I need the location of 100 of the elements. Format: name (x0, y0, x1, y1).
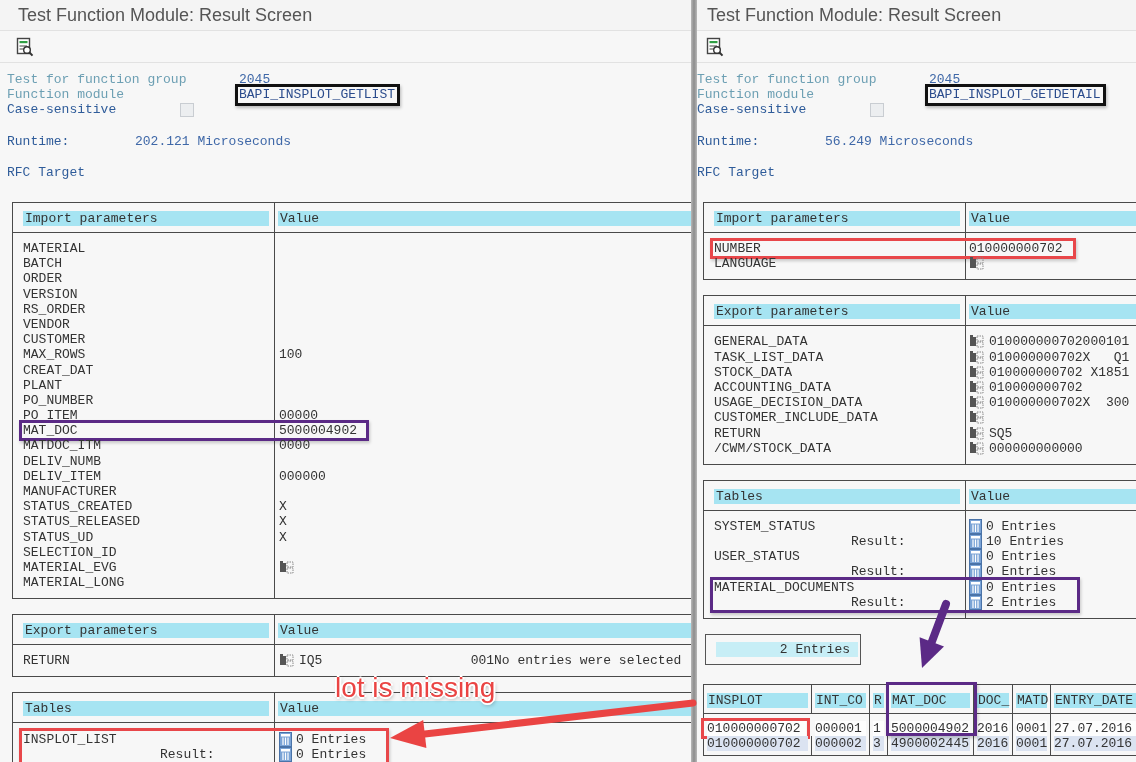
column-header: ENTRY_DATE (1054, 692, 1136, 708)
structure-icon[interactable] (969, 256, 985, 272)
parameter-name: VENDOR (23, 316, 70, 332)
table-icon[interactable] (969, 518, 982, 534)
column-header: Value (969, 304, 1136, 320)
column-header: Import parameters (714, 210, 960, 226)
column-header: Value (969, 488, 1136, 504)
parameter-name: MANUFACTURER (23, 484, 117, 500)
parameter-name: PO_NUMBER (23, 392, 94, 408)
parameter-value: X (279, 514, 287, 530)
table-icon[interactable] (279, 731, 292, 747)
parameter-value: 010000000702000101 (989, 334, 1130, 350)
field-value: 56.249 Microseconds (825, 133, 974, 149)
parameter-value: X (279, 529, 287, 545)
column-header: R (873, 692, 884, 708)
column-header: MATD (1016, 692, 1047, 708)
checkbox[interactable] (870, 102, 884, 117)
parameter-name: MATERIAL_DOCUMENTS (714, 579, 855, 595)
table-cell: 1 (870, 713, 888, 736)
structure-icon[interactable] (969, 440, 985, 456)
column-header: INT_CO (815, 692, 866, 708)
field-value: BAPI_INSPLOT_GETLIST (239, 87, 396, 103)
parameter-name: ORDER (23, 271, 62, 287)
field-label: Case-sensitive (697, 102, 808, 118)
structure-icon[interactable] (969, 364, 985, 380)
parameter-name: USAGE_DECISION_DATA (714, 395, 863, 411)
entries-count: 0 Entries (986, 549, 1057, 565)
parameter-value: 100 (279, 347, 303, 363)
result-label: Result: (851, 564, 906, 580)
document-magnifier-icon[interactable] (706, 36, 724, 57)
parameter-name: RETURN (714, 425, 761, 441)
entries-count: 2 Entries (986, 594, 1057, 610)
table-icon[interactable] (969, 549, 982, 565)
parameter-name: MAX_ROWS (23, 347, 86, 363)
parameter-name: STOCK_DATA (714, 364, 792, 380)
structure-icon[interactable] (279, 653, 295, 669)
parameter-name: CUSTOMER_INCLUDE_DATA (714, 410, 878, 426)
structure-icon[interactable] (969, 395, 985, 411)
field-label: Test for function group (7, 72, 188, 88)
parameter-name: GENERAL_DATA (714, 334, 808, 350)
checkbox[interactable] (180, 102, 194, 117)
field-label: Function module (7, 87, 126, 103)
field-label: Case-sensitive (7, 102, 118, 118)
column-header: Value (278, 623, 691, 639)
screen-title: Test Function Module: Result Screen (18, 4, 313, 26)
parameter-value: IQ5 001No entries were selected (299, 653, 682, 669)
field-label: Function module (697, 87, 816, 103)
parameter-name: TASK_LIST_DATA (714, 349, 824, 365)
structure-icon[interactable] (279, 559, 295, 575)
entries-count: 0 Entries (296, 731, 367, 747)
parameter-name: STATUS_UD (23, 529, 94, 545)
table-icon[interactable] (969, 594, 982, 610)
table-icon[interactable] (969, 534, 982, 550)
table-cell: 000002 (812, 735, 870, 755)
column-header: Export parameters (714, 304, 960, 320)
parameter-name: CREAT_DAT (23, 362, 94, 378)
parameter-name: NUMBER (714, 241, 761, 257)
result-label: Result: (851, 534, 906, 550)
entries-count: 0 Entries (986, 579, 1057, 595)
parameter-value: 010000000702 (989, 379, 1083, 395)
column-header: Tables (23, 701, 269, 717)
parameter-value: 010000000702X 300 (989, 395, 1130, 411)
structure-icon[interactable] (969, 349, 985, 365)
table-cell: 000001 (812, 713, 870, 736)
table-icon[interactable] (279, 746, 292, 762)
column-header: Value (969, 210, 1136, 226)
parameter-value: 010000000702 (969, 241, 1063, 257)
result-label: Result: (851, 594, 906, 610)
parameter-name: MATERIAL (23, 241, 86, 257)
field-value: 202.121 Microseconds (135, 133, 292, 149)
table-icon[interactable] (969, 579, 982, 595)
screen-title: Test Function Module: Result Screen (707, 4, 1002, 26)
column-header: Export parameters (23, 623, 269, 639)
field-label: Runtime: (7, 133, 71, 149)
parameter-name: CUSTOMER (23, 332, 86, 348)
document-magnifier-icon[interactable] (16, 36, 34, 57)
structure-icon[interactable] (969, 425, 985, 441)
structure-icon[interactable] (969, 379, 985, 395)
parameter-name: INSPLOT_LIST (23, 731, 117, 747)
field-value: 2045 (239, 72, 271, 88)
parameter-value: 010000000702X Q1 (989, 349, 1130, 365)
structure-icon[interactable] (969, 334, 985, 350)
result-label: Result: (160, 746, 215, 762)
field-label: RFC Target (697, 164, 776, 180)
parameter-name: VERSION (23, 286, 78, 302)
parameter-name: /CWM/STOCK_DATA (714, 440, 832, 456)
parameter-value: 00000 (279, 408, 318, 424)
entries-count: 0 Entries (986, 564, 1057, 580)
structure-icon[interactable] (969, 410, 985, 426)
parameter-value: 010000000702 X1851 (989, 364, 1130, 380)
entries-count: 0 Entries (296, 746, 367, 762)
parameter-name: BATCH (23, 256, 62, 272)
field-label: RFC Target (7, 164, 86, 180)
parameter-value: SQ5 (989, 425, 1013, 441)
table-icon[interactable] (969, 564, 982, 580)
table-cell: 0001 (1013, 713, 1051, 736)
parameter-value: 5000004902 (279, 423, 357, 439)
field-value: 2045 (929, 72, 961, 88)
parameter-name: RETURN (23, 653, 70, 669)
parameter-name: MATERIAL_EVG (23, 559, 117, 575)
